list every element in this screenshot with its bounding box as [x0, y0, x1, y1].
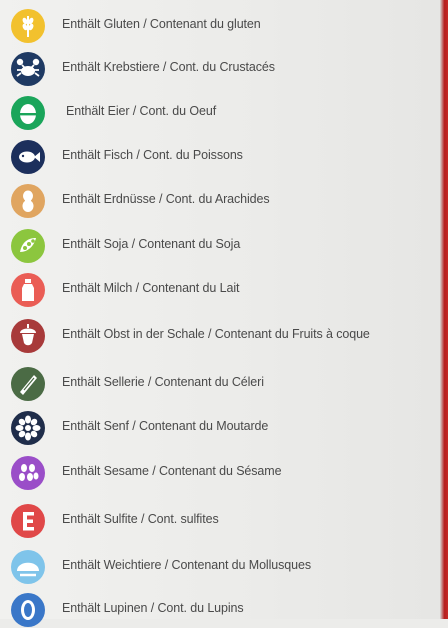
allergen-label: Enthält Eier / Cont. du Oeuf	[66, 104, 217, 118]
sulphite-e-icon	[10, 503, 46, 539]
wheat-icon	[10, 8, 46, 44]
crab-icon	[10, 51, 46, 87]
allergen-label: Enthält Gluten / Contenant du gluten	[62, 17, 261, 31]
sesame-icon	[10, 455, 46, 491]
allergen-label: Enthält Milch / Contenant du Lait	[62, 281, 240, 295]
allergen-label: Enthält Sellerie / Contenant du Céleri	[62, 375, 264, 389]
egg-icon	[10, 95, 46, 131]
allergen-label: Enthält Weichtiere / Contenant du Mollus…	[62, 558, 311, 572]
allergen-label: Enthält Lupinen / Cont. du Lupins	[62, 601, 244, 615]
allergen-row-lupin: Enthält Lupinen / Cont. du Lupins	[10, 592, 440, 628]
mustard-icon	[10, 410, 46, 446]
allergen-row-celery: Enthält Sellerie / Contenant du Céleri	[10, 366, 440, 402]
allergen-label: Enthält Fisch / Cont. du Poissons	[62, 148, 243, 162]
allergen-label: Enthält Sesame / Contenant du Sésame	[62, 464, 282, 478]
peanut-icon	[10, 183, 46, 219]
celery-icon	[10, 366, 46, 402]
allergen-legend-sheet: Enthält Gluten / Contenant du gluten Ent…	[0, 0, 440, 627]
allergen-row-milk: Enthält Milch / Contenant du Lait	[10, 272, 440, 308]
allergen-row-molluscs: Enthält Weichtiere / Contenant du Mollus…	[10, 549, 440, 585]
mollusc-icon	[10, 549, 46, 585]
allergen-row-sesame: Enthält Sesame / Contenant du Sésame	[10, 455, 440, 491]
milk-bottle-icon	[10, 272, 46, 308]
allergen-row-soy: Enthält Soja / Contenant du Soja	[10, 228, 440, 264]
allergen-label: Enthält Obst in der Schale / Contenant d…	[62, 327, 370, 341]
allergen-label: Enthält Senf / Contenant du Moutarde	[62, 419, 269, 433]
allergen-row-sulphites: Enthält Sulfite / Cont. sulfites	[10, 503, 440, 539]
allergen-label: Enthält Sulfite / Cont. sulfites	[62, 512, 219, 526]
soy-icon	[10, 228, 46, 264]
allergen-row-fish: Enthält Fisch / Cont. du Poissons	[10, 139, 440, 175]
red-page-edge	[440, 0, 448, 619]
allergen-row-gluten: Enthält Gluten / Contenant du gluten	[10, 8, 440, 44]
allergen-row-egg: Enthält Eier / Cont. du Oeuf	[10, 95, 440, 131]
allergen-row-mustard: Enthält Senf / Contenant du Moutarde	[10, 410, 440, 446]
allergen-row-crustaceans: Enthält Krebstiere / Cont. du Crustacés	[10, 51, 440, 87]
fish-icon	[10, 139, 46, 175]
allergen-label: Enthält Erdnüsse / Cont. du Arachides	[62, 192, 270, 206]
allergen-label: Enthält Krebstiere / Cont. du Crustacés	[62, 60, 275, 74]
allergen-row-peanuts: Enthält Erdnüsse / Cont. du Arachides	[10, 183, 440, 219]
allergen-label: Enthält Soja / Contenant du Soja	[62, 237, 241, 251]
nut-icon	[10, 318, 46, 354]
lupin-icon	[10, 592, 46, 628]
allergen-row-nuts: Enthält Obst in der Schale / Contenant d…	[10, 318, 440, 354]
